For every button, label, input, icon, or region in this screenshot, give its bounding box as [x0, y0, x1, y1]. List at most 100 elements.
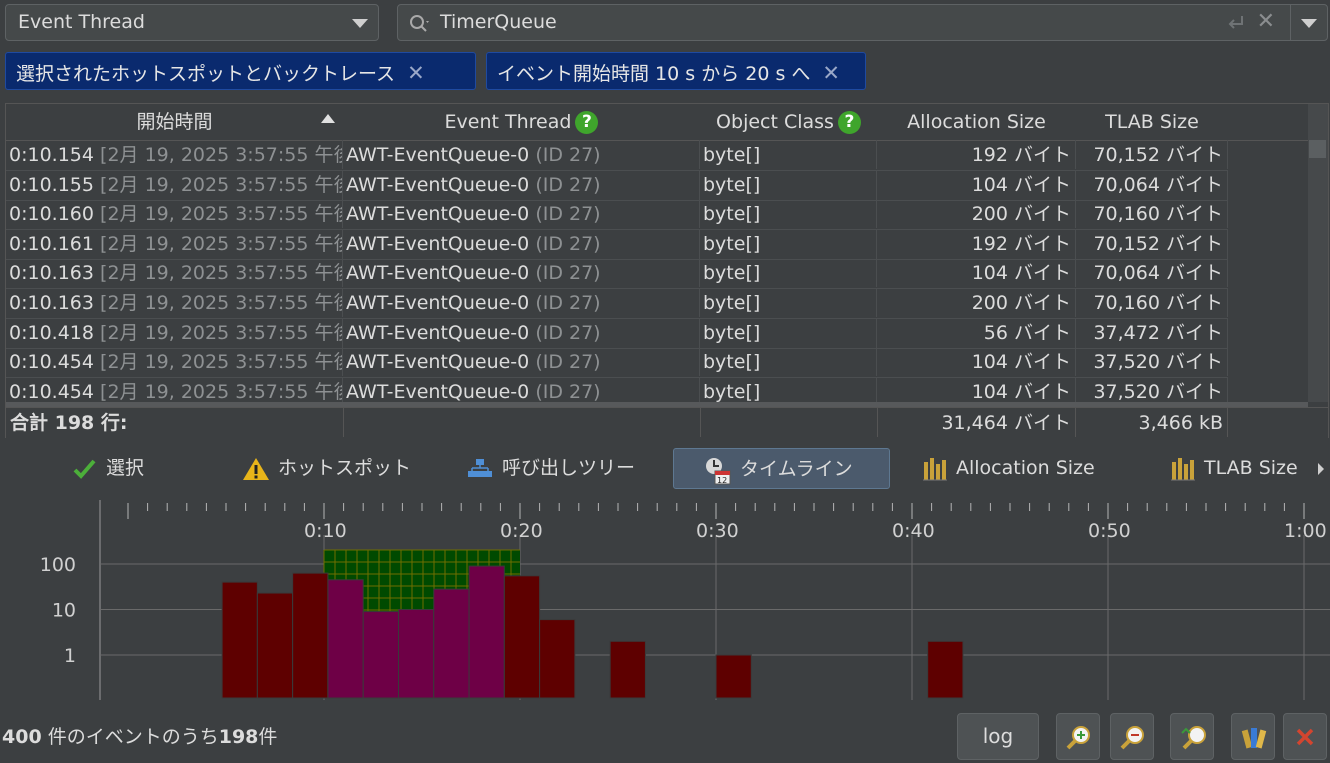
- cell-object-class: byte[]: [700, 347, 877, 377]
- thread-selector-value: Event Thread: [18, 11, 145, 33]
- cell-tlab-size: 37,472 バイト: [1076, 317, 1228, 347]
- cell-event-thread: AWT-EventQueue-0 (ID 27): [343, 376, 700, 402]
- cell-allocation-size: 104 バイト: [877, 258, 1076, 288]
- y-tick-label: 10: [52, 600, 76, 622]
- zoom-out-button[interactable]: [1110, 713, 1154, 760]
- table-row[interactable]: 0:10.454 [2月 19, 2025 3:57:55 午後] AWT-Eve…: [6, 376, 1228, 402]
- scrollbar-thumb[interactable]: [1309, 140, 1326, 158]
- tab-call-tree[interactable]: 呼び出しツリー: [466, 448, 635, 489]
- histogram-bar: [221, 581, 258, 699]
- column-header-event-thread[interactable]: Event Thread?: [343, 104, 701, 141]
- cell-event-thread: AWT-EventQueue-0 (ID 27): [343, 199, 700, 229]
- column-header-allocation-size[interactable]: Allocation Size: [877, 104, 1077, 141]
- x-tick-label: 0:10: [304, 520, 347, 542]
- enter-icon[interactable]: [1225, 12, 1247, 34]
- cell-allocation-size: 192 バイト: [877, 228, 1076, 258]
- search-history-dropdown[interactable]: [1290, 5, 1327, 40]
- sort-ascending-icon: [321, 114, 335, 123]
- log-scale-toggle[interactable]: log: [957, 713, 1039, 760]
- histogram-icon: [1171, 457, 1195, 480]
- cell-tlab-size: 37,520 バイト: [1076, 347, 1228, 377]
- search-icon[interactable]: [408, 12, 432, 36]
- tab-timeline[interactable]: 12 タイムライン: [673, 448, 890, 489]
- close-icon: [1296, 728, 1314, 746]
- cell-object-class: byte[]: [700, 376, 877, 402]
- close-chart-button[interactable]: [1283, 713, 1327, 760]
- thread-selector-combo[interactable]: Event Thread: [5, 4, 379, 41]
- total-empty: [343, 408, 701, 437]
- zoom-in-icon: [1066, 726, 1090, 750]
- help-icon[interactable]: ?: [575, 111, 599, 134]
- table-row[interactable]: 0:10.155 [2月 19, 2025 3:57:55 午後] AWT-Eve…: [6, 169, 1228, 201]
- histogram-icon: [923, 457, 947, 480]
- cell-tlab-size: 70,160 バイト: [1076, 199, 1228, 229]
- x-tick-label: 0:30: [696, 520, 739, 542]
- more-tabs-icon[interactable]: [1318, 463, 1324, 475]
- filter-chip-hotspot[interactable]: 選択されたホットスポットとバックトレース ✕: [5, 52, 476, 90]
- cell-tlab-size: 70,152 バイト: [1076, 228, 1228, 258]
- check-icon: [73, 459, 96, 479]
- table-body: 0:10.154 [2月 19, 2025 3:57:55 午後] AWT-Eve…: [6, 140, 1228, 402]
- table-row[interactable]: 0:10.163 [2月 19, 2025 3:57:55 午後] AWT-Eve…: [6, 258, 1228, 290]
- table-row[interactable]: 0:10.418 [2月 19, 2025 3:57:55 午後] AWT-Eve…: [6, 317, 1228, 349]
- cell-object-class: byte[]: [700, 228, 877, 258]
- zoom-in-button[interactable]: [1056, 713, 1100, 760]
- color-settings-button[interactable]: [1231, 713, 1275, 760]
- zoom-reset-icon: [1181, 726, 1206, 750]
- cell-allocation-size: 104 バイト: [877, 376, 1076, 402]
- table-row[interactable]: 0:10.454 [2月 19, 2025 3:57:55 午後] AWT-Eve…: [6, 347, 1228, 379]
- tab-selection[interactable]: 選択: [72, 448, 144, 489]
- close-icon[interactable]: ✕: [822, 61, 840, 85]
- cell-allocation-size: 192 バイト: [877, 140, 1076, 169]
- histogram-bar: [609, 640, 646, 699]
- histogram-bar: [715, 654, 752, 699]
- table-row[interactable]: 0:10.160 [2月 19, 2025 3:57:55 午後] AWT-Eve…: [6, 199, 1228, 231]
- column-header-tlab-size[interactable]: TLAB Size: [1076, 104, 1229, 141]
- table-row[interactable]: 0:10.163 [2月 19, 2025 3:57:55 午後] AWT-Eve…: [6, 288, 1228, 319]
- histogram-bar: [927, 640, 964, 699]
- histogram-bar: [433, 588, 470, 699]
- cell-object-class: byte[]: [700, 317, 877, 347]
- chevron-down-icon[interactable]: [352, 19, 368, 28]
- tab-allocation-size[interactable]: Allocation Size: [922, 448, 1095, 489]
- cell-start-time: 0:10.154 [2月 19, 2025 3:57:55 午後]: [6, 140, 343, 169]
- x-tick-label: 0:20: [500, 520, 543, 542]
- help-icon[interactable]: ?: [837, 111, 861, 134]
- column-header-start-time[interactable]: 開始時間: [6, 104, 344, 141]
- cell-object-class: byte[]: [700, 169, 877, 199]
- cell-allocation-size: 200 バイト: [877, 199, 1076, 229]
- table-row[interactable]: 0:10.161 [2月 19, 2025 3:57:55 午後] AWT-Eve…: [6, 228, 1228, 260]
- filter-chip-time-range[interactable]: イベント開始時間 10 s から 20 s へ ✕: [486, 52, 866, 90]
- tab-hotspots[interactable]: ホットスポット: [242, 448, 411, 489]
- search-input[interactable]: TimerQueue: [440, 11, 557, 33]
- table-row[interactable]: 0:10.154 [2月 19, 2025 3:57:55 午後] AWT-Eve…: [6, 140, 1228, 171]
- histogram-bar: [539, 619, 576, 699]
- tab-tlab-size[interactable]: TLAB Size: [1170, 448, 1298, 489]
- x-tick-label: 0:50: [1088, 520, 1131, 542]
- cell-allocation-size: 200 バイト: [877, 288, 1076, 317]
- svg-text:12: 12: [717, 476, 727, 485]
- y-tick-label: 100: [40, 554, 76, 576]
- cell-event-thread: AWT-EventQueue-0 (ID 27): [343, 347, 700, 377]
- cell-start-time: 0:10.160 [2月 19, 2025 3:57:55 午後]: [6, 199, 343, 229]
- event-matched-count: 198: [218, 726, 259, 748]
- column-header-object-class[interactable]: Object Class?: [700, 104, 878, 141]
- search-field[interactable]: TimerQueue ✕: [397, 4, 1328, 41]
- event-table: 開始時間 Event Thread? Object Class? Allocat…: [5, 103, 1329, 438]
- cell-event-thread: AWT-EventQueue-0 (ID 27): [343, 140, 700, 169]
- zoom-reset-button[interactable]: [1170, 713, 1214, 760]
- call-tree-icon: [468, 458, 492, 477]
- cell-start-time: 0:10.161 [2月 19, 2025 3:57:55 午後]: [6, 228, 343, 258]
- total-allocation-size: 31,464 バイト: [877, 408, 1076, 437]
- total-label: 合計 198 行:: [10, 408, 344, 437]
- histogram-bar: [362, 611, 399, 699]
- timeline-histogram[interactable]: 0:10 0:20 0:30 0:40 0:50 1:00 100 10 1: [0, 495, 1330, 705]
- cell-tlab-size: 70,152 バイト: [1076, 140, 1228, 169]
- cell-object-class: byte[]: [700, 258, 877, 288]
- histogram-bar: [503, 575, 541, 699]
- cell-allocation-size: 104 バイト: [877, 347, 1076, 377]
- close-icon[interactable]: ✕: [407, 61, 425, 85]
- event-total-count: 400: [2, 726, 42, 748]
- clear-icon[interactable]: ✕: [1257, 9, 1275, 34]
- cell-object-class: byte[]: [700, 199, 877, 229]
